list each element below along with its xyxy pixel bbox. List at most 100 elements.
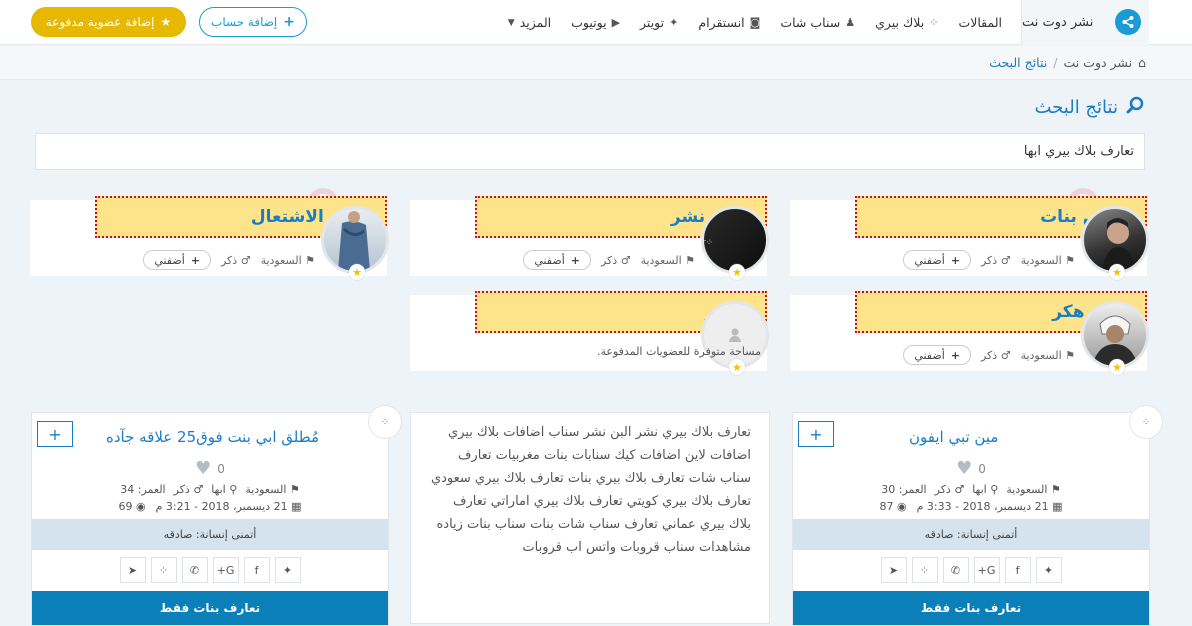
country: ⚑ السعودية <box>1020 253 1075 267</box>
calendar-icon: ▦ 21 ديسمبر، 2018 - 3:33 م <box>916 500 1063 513</box>
add-account-button[interactable]: + إضافة حساب <box>199 7 307 37</box>
member-meta: ⚑ السعودية ♂ ذكر + أضفني <box>903 250 1075 270</box>
star-icon: ★ <box>1109 264 1125 280</box>
post-card: ⁘ مين تبي ايفون + 0 ♥ ⚑ السعودية ⚲ ابها ♂… <box>792 405 1163 626</box>
post-title[interactable]: مين تبي ايفون <box>909 428 998 446</box>
calendar-icon: ▦ 21 ديسمبر، 2018 - 3:21 م <box>155 500 302 513</box>
member-card[interactable]: ▶ فويس بنات ★ ⚑ السعودية ♂ ذكر +أضفني <box>790 188 1149 280</box>
home-icon: ⌂ <box>1138 55 1146 70</box>
nav-item-twitter[interactable]: ✦ تويتر <box>640 15 678 30</box>
nav-item-label: انستقرام <box>698 15 745 30</box>
blackberry-icon: ⁘ <box>929 16 939 29</box>
facebook-share-icon[interactable]: f <box>243 557 270 583</box>
gender: ♂ ذكر <box>220 253 251 267</box>
google-plus-share-icon[interactable]: G+ <box>973 557 1000 583</box>
gender: ♂ ذكر <box>980 253 1011 267</box>
nav-item-label: سناب شات <box>780 15 841 30</box>
member-meta: ⚑ السعودية ♂ ذكر + أضفني <box>523 250 695 270</box>
nav-item-blackberry[interactable]: ⁘ بلاك بيري <box>875 15 938 30</box>
member-card[interactable]: ▶ سريع الاشتعال ★ ⚑ السعودية ♂ ذكر +أضفن… <box>30 188 389 280</box>
nav-item-youtube[interactable]: ▶ يوتيوب <box>571 15 620 30</box>
add-button[interactable]: + <box>798 421 834 447</box>
paid-membership-label: إضافة عضوية مدفوعة <box>45 15 155 29</box>
eye-icon: ◉ 69 <box>118 500 146 513</box>
share-buttons: ✦ f G+ ✆ ⁘ ➤ <box>793 557 1149 583</box>
post-meta: ▦ 21 ديسمبر، 2018 - 3:33 م ◉ 87 <box>793 500 1149 513</box>
post-title[interactable]: مُطلق ابي بنت فوق25 علاقه جآده <box>106 428 319 446</box>
nav-item-more[interactable]: المزيد ▼ <box>508 15 551 30</box>
telegram-share-icon[interactable]: ➤ <box>119 557 146 583</box>
search-input[interactable]: تعارف بلاك بيري ابها <box>35 133 1145 170</box>
member-meta: ⚑ السعودية ♂ ذكر + أضفني <box>903 345 1075 365</box>
page-title: نتائج البحث <box>1034 97 1119 118</box>
telegram-share-icon[interactable]: ➤ <box>880 557 907 583</box>
breadcrumb-home[interactable]: نشر دوت نت <box>1063 55 1132 70</box>
paid-membership-button[interactable]: ★ إضافة عضوية مدفوعة <box>31 7 186 37</box>
follow-button[interactable]: + أضفني <box>903 345 971 365</box>
girls-only-button[interactable]: تعارف بنات فقط <box>32 591 388 625</box>
search-icon <box>1126 96 1144 119</box>
top-navbar: نشر دوت نت المقالات ⁘ بلاك بيري ♟ سناب شات… <box>0 0 1192 45</box>
star-icon: ★ <box>349 264 365 280</box>
twitter-icon: ✦ <box>669 16 679 29</box>
share-buttons: ✦ f G+ ✆ ⁘ ➤ <box>32 557 388 583</box>
share-icon <box>1115 9 1141 35</box>
member-card[interactable]: رجفه هكر ★ ⚑ السعودية ♂ ذكر +أضفني <box>790 291 1149 375</box>
add-button[interactable]: + <box>37 421 73 447</box>
star-icon: ★ <box>160 15 172 29</box>
facebook-share-icon[interactable]: f <box>1004 557 1031 583</box>
brand-title: نشر دوت نت <box>1022 15 1094 30</box>
heart-icon[interactable]: ♥ <box>956 458 972 479</box>
status-bar: أتمنى إنسانة: صادقه <box>793 519 1149 550</box>
blackberry-icon: ⁘ <box>368 405 402 439</box>
snapchat-icon: ♟ <box>845 16 856 29</box>
girls-only-button[interactable]: تعارف بنات فقط <box>793 591 1149 625</box>
caret-down-icon: ▼ <box>507 17 515 28</box>
nav-item-articles[interactable]: المقالات <box>958 15 1002 30</box>
heart-icon[interactable]: ♥ <box>195 458 211 479</box>
post-card: ⁘ مُطلق ابي بنت فوق25 علاقه جآده + 0 ♥ ⚑ … <box>31 405 402 626</box>
country: ⚑ السعودية <box>640 253 695 267</box>
blackberry-icon: ⁘ <box>1129 405 1163 439</box>
post-info: ⚑ السعودية ⚲ ابها ♂ ذكر العمر: 30 <box>881 483 1061 496</box>
breadcrumb-current[interactable]: نتائج البحث <box>989 55 1047 70</box>
member-card[interactable]: موقع نشر ⁘BlackBerr ★ ⚑ السعودية ♂ ذكر +… <box>410 196 769 280</box>
follow-button[interactable]: + أضفني <box>903 250 971 270</box>
follow-button[interactable]: + أضفني <box>523 250 591 270</box>
add-account-label: إضافة حساب <box>211 15 278 29</box>
member-card-available[interactable]: متوفر ★ مساحة متوفرة للعضويات المدفوعة. <box>410 291 769 375</box>
post-info: ⚑ السعودية ⚲ ابها ♂ ذكر العمر: 34 <box>120 483 300 496</box>
search-query: تعارف بلاك بيري ابها <box>1023 144 1134 159</box>
post-meta: ▦ 21 ديسمبر، 2018 - 3:21 م ◉ 69 <box>32 500 388 513</box>
nav-item-snapchat[interactable]: ♟ سناب شات <box>780 15 855 30</box>
gender: ♂ ذكر <box>600 253 631 267</box>
nav-item-label: المقالات <box>958 15 1002 30</box>
youtube-icon: ▶ <box>611 16 621 29</box>
nav-menu: المقالات ⁘ بلاك بيري ♟ سناب شات ◙ انستقرام … <box>508 0 1002 45</box>
member-meta: ⚑ السعودية ♂ ذكر + أضفني <box>143 250 315 270</box>
twitter-share-icon[interactable]: ✦ <box>274 557 301 583</box>
blackberry-share-icon[interactable]: ⁘ <box>911 557 938 583</box>
nav-item-instagram[interactable]: ◙ انستقرام <box>698 15 760 30</box>
likes: 0 ♥ <box>956 458 986 479</box>
svg-text:⁘BlackBerr: ⁘BlackBerr <box>704 238 713 248</box>
eye-icon: ◉ 87 <box>879 500 907 513</box>
google-plus-share-icon[interactable]: G+ <box>212 557 239 583</box>
country: ⚑ السعودية <box>260 253 315 267</box>
twitter-share-icon[interactable]: ✦ <box>1035 557 1062 583</box>
member-description: مساحة متوفرة للعضويات المدفوعة. <box>597 345 761 358</box>
follow-button[interactable]: + أضفني <box>143 250 211 270</box>
breadcrumb: ⌂ نشر دوت نت / نتائج البحث <box>0 46 1192 80</box>
brand-link[interactable]: نشر دوت نت <box>1021 0 1149 45</box>
plus-icon: + <box>283 14 295 30</box>
status-bar: أتمنى إنسانة: صادقه <box>32 519 388 550</box>
gender: ♂ ذكر <box>980 348 1011 362</box>
star-icon: ★ <box>1109 359 1125 375</box>
whatsapp-share-icon[interactable]: ✆ <box>942 557 969 583</box>
blackberry-share-icon[interactable]: ⁘ <box>150 557 177 583</box>
whatsapp-share-icon[interactable]: ✆ <box>181 557 208 583</box>
likes: 0 ♥ <box>195 458 225 479</box>
nav-item-label: يوتيوب <box>571 15 607 30</box>
search-results-title: نتائج البحث <box>1035 96 1145 119</box>
nav-item-label: بلاك بيري <box>875 15 925 30</box>
